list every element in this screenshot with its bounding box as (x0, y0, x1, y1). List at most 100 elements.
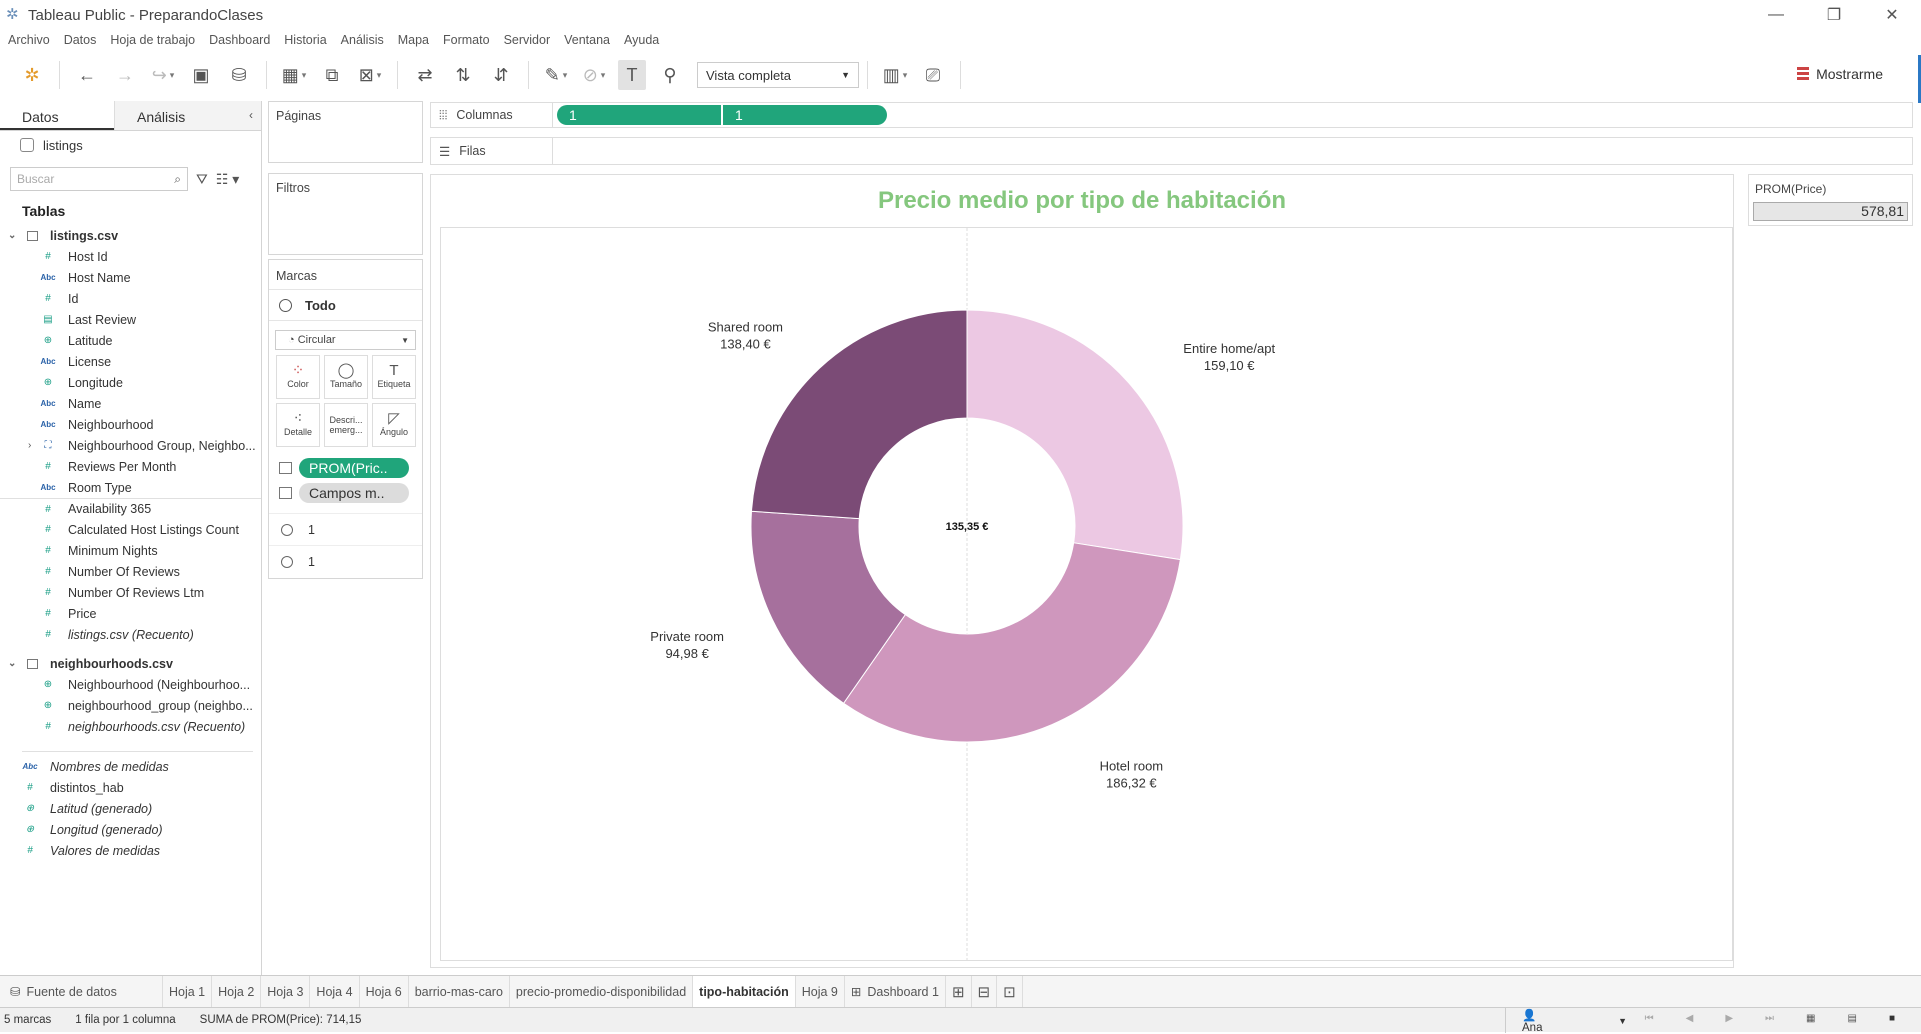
pie-slice-hotel-room[interactable] (842, 542, 1181, 743)
menu-item[interactable]: Dashboard (209, 33, 270, 47)
field-item[interactable]: # Reviews Per Month (0, 456, 261, 477)
field-item[interactable]: ⊕ Neighbourhood (Neighbourhoo... (0, 674, 261, 695)
redo-icon[interactable]: → (111, 60, 139, 90)
tableau-start-icon[interactable]: ✲ (18, 60, 46, 90)
field-item[interactable]: # Minimum Nights (0, 540, 261, 561)
collapse-pane-icon[interactable]: ‹ (228, 101, 261, 130)
new-story-icon[interactable]: ⊡ (997, 975, 1023, 1008)
undo-icon[interactable]: ← (73, 60, 101, 90)
field-item[interactable]: # neighbourhoods.csv (Recuento) (0, 716, 261, 737)
field-item[interactable]: # Calculated Host Listings Count (0, 519, 261, 540)
menu-item[interactable]: Servidor (504, 33, 551, 47)
table-header[interactable]: ⌄ listings.csv (0, 225, 261, 246)
last-sheet-icon[interactable]: ⏭ (1765, 1013, 1774, 1024)
detail-button[interactable]: ⁖ Detalle (276, 403, 320, 447)
restore-icon[interactable]: ❐ (1805, 0, 1863, 30)
sort-descending-icon[interactable]: ⇵ (487, 60, 515, 90)
prev-sheet-icon[interactable]: ◀ (1686, 1013, 1694, 1024)
show-cards-icon[interactable]: ▥ ▾ (881, 60, 909, 90)
sort-ascending-icon[interactable]: ⇅ (449, 60, 477, 90)
sheet-tab[interactable]: ⊞ Dashboard 1 (845, 975, 946, 1008)
menu-item[interactable]: Análisis (341, 33, 384, 47)
sheet-tab[interactable]: Hoja 6 (360, 975, 409, 1008)
field-item[interactable]: ⊕ Longitude (0, 372, 261, 393)
field-item[interactable]: Abc Neighbourhood (0, 414, 261, 435)
highlight-icon[interactable]: ✎ ▾ (542, 60, 570, 90)
mark-type-select[interactable]: ◔ Circular ▼ (275, 330, 416, 350)
fix-axes-icon[interactable]: ⚲ (656, 60, 684, 90)
sheet-tab[interactable]: tipo-habitación (693, 975, 796, 1008)
field-item[interactable]: Abc License (0, 351, 261, 372)
menu-item[interactable]: Historia (284, 33, 326, 47)
angle-button[interactable]: ◸ Ángulo (372, 403, 416, 447)
menu-item[interactable]: Datos (64, 33, 97, 47)
view-options-icon[interactable]: ☷ ▾ (216, 171, 239, 188)
replay-icon[interactable]: ↪ ▾ (149, 60, 177, 90)
tabs-view-icon[interactable]: ■ (1889, 1013, 1895, 1024)
field-item[interactable]: ⊕ Longitud (generado) (0, 819, 261, 840)
pages-shelf[interactable]: Páginas (268, 101, 423, 163)
field-item[interactable]: # Id (0, 288, 261, 309)
clear-sheet-icon[interactable]: ⊠ ▾ (356, 60, 384, 90)
field-item[interactable]: # Availability 365 (0, 498, 261, 519)
swap-rows-columns-icon[interactable]: ⇄ (411, 60, 439, 90)
presentation-mode-icon[interactable]: ⎚ (919, 60, 947, 90)
search-input[interactable]: Buscar ⌕ (10, 167, 188, 191)
new-datasource-icon[interactable]: ⛁ (225, 60, 253, 90)
datasource-item[interactable]: listings (0, 131, 261, 159)
color-button[interactable]: ⁘ Color (276, 355, 320, 399)
marks-layer-1[interactable]: 1 (269, 513, 422, 545)
menu-item[interactable]: Hoja de trabajo (110, 33, 195, 47)
field-item[interactable]: # distintos_hab (0, 777, 261, 798)
field-item[interactable]: ▤ Last Review (0, 309, 261, 330)
field-item[interactable]: › ⛶ Neighbourhood Group, Neighbo... (0, 435, 261, 456)
pie-slice-shared-room[interactable] (750, 309, 968, 520)
pie-slice-entire-home-apt[interactable] (966, 309, 1184, 561)
field-item[interactable]: Abc Host Name (0, 267, 261, 288)
column-pill-2[interactable]: 1 (723, 105, 887, 125)
columns-shelf[interactable]: ⦙⦙⦙ Columnas 1 1 (430, 102, 1913, 128)
field-item[interactable]: Abc Nombres de medidas (0, 756, 261, 777)
field-item[interactable]: # Valores de medidas (0, 840, 261, 861)
duplicate-sheet-icon[interactable]: ⧉ (318, 60, 346, 90)
mark-pill-price[interactable]: PROM(Pric.. (299, 457, 409, 478)
sheet-tab[interactable]: barrio-mas-caro (409, 975, 510, 1008)
tab-data[interactable]: Datos (0, 101, 114, 130)
user-menu[interactable]: 👤 Ana ▼ (1505, 1008, 1655, 1034)
rows-shelf[interactable]: ☰ Filas (430, 137, 1913, 165)
field-item[interactable]: # listings.csv (Recuento) (0, 624, 261, 645)
field-item[interactable]: # Number Of Reviews Ltm (0, 582, 261, 603)
next-sheet-icon[interactable]: ▶ (1725, 1013, 1733, 1024)
view-size-select[interactable]: Vista completa ▼ (697, 62, 859, 88)
tooltip-button[interactable]: Descri... emerg... (324, 403, 368, 447)
first-sheet-icon[interactable]: ⏮ (1645, 1013, 1654, 1024)
size-button[interactable]: ◯ Tamaño (324, 355, 368, 399)
menu-item[interactable]: Ventana (564, 33, 610, 47)
marks-all-layer[interactable]: Todo (269, 290, 422, 321)
menu-item[interactable]: Archivo (8, 33, 50, 47)
show-me-button[interactable]: Mostrarme (1797, 60, 1883, 88)
menu-item[interactable]: Formato (443, 33, 490, 47)
sheet-tab[interactable]: precio-promedio-disponibilidad (510, 975, 694, 1008)
new-worksheet-icon[interactable]: ⊞ (946, 975, 972, 1008)
new-dashboard-icon[interactable]: ⊟ (972, 975, 998, 1008)
sheet-tab[interactable]: Hoja 4 (310, 975, 360, 1008)
menu-item[interactable]: Mapa (398, 33, 429, 47)
column-pill-1[interactable]: 1 (557, 105, 721, 125)
sheet-tab[interactable]: Hoja 3 (261, 975, 311, 1008)
label-button[interactable]: T Etiqueta (372, 355, 416, 399)
save-icon[interactable]: ▣ (187, 60, 215, 90)
field-item[interactable]: # Price (0, 603, 261, 624)
tab-analysis[interactable]: Análisis (114, 101, 228, 130)
close-icon[interactable]: ✕ (1863, 0, 1921, 30)
sheet-tab[interactable]: Hoja 2 (212, 975, 262, 1008)
filmstrip-icon[interactable]: ▤ (1848, 1013, 1857, 1024)
field-item[interactable]: Abc Room Type (0, 477, 261, 498)
menu-item[interactable]: Ayuda (624, 33, 659, 47)
filter-icon[interactable]: ⛛ (196, 171, 208, 188)
sheet-sorter-icon[interactable]: ▦ (1806, 1013, 1815, 1024)
field-item[interactable]: # Number Of Reviews (0, 561, 261, 582)
marks-layer-2[interactable]: 1 (269, 545, 422, 577)
sheet-tab[interactable]: Hoja 9 (796, 975, 845, 1008)
field-item[interactable]: ⊕ Latitude (0, 330, 261, 351)
